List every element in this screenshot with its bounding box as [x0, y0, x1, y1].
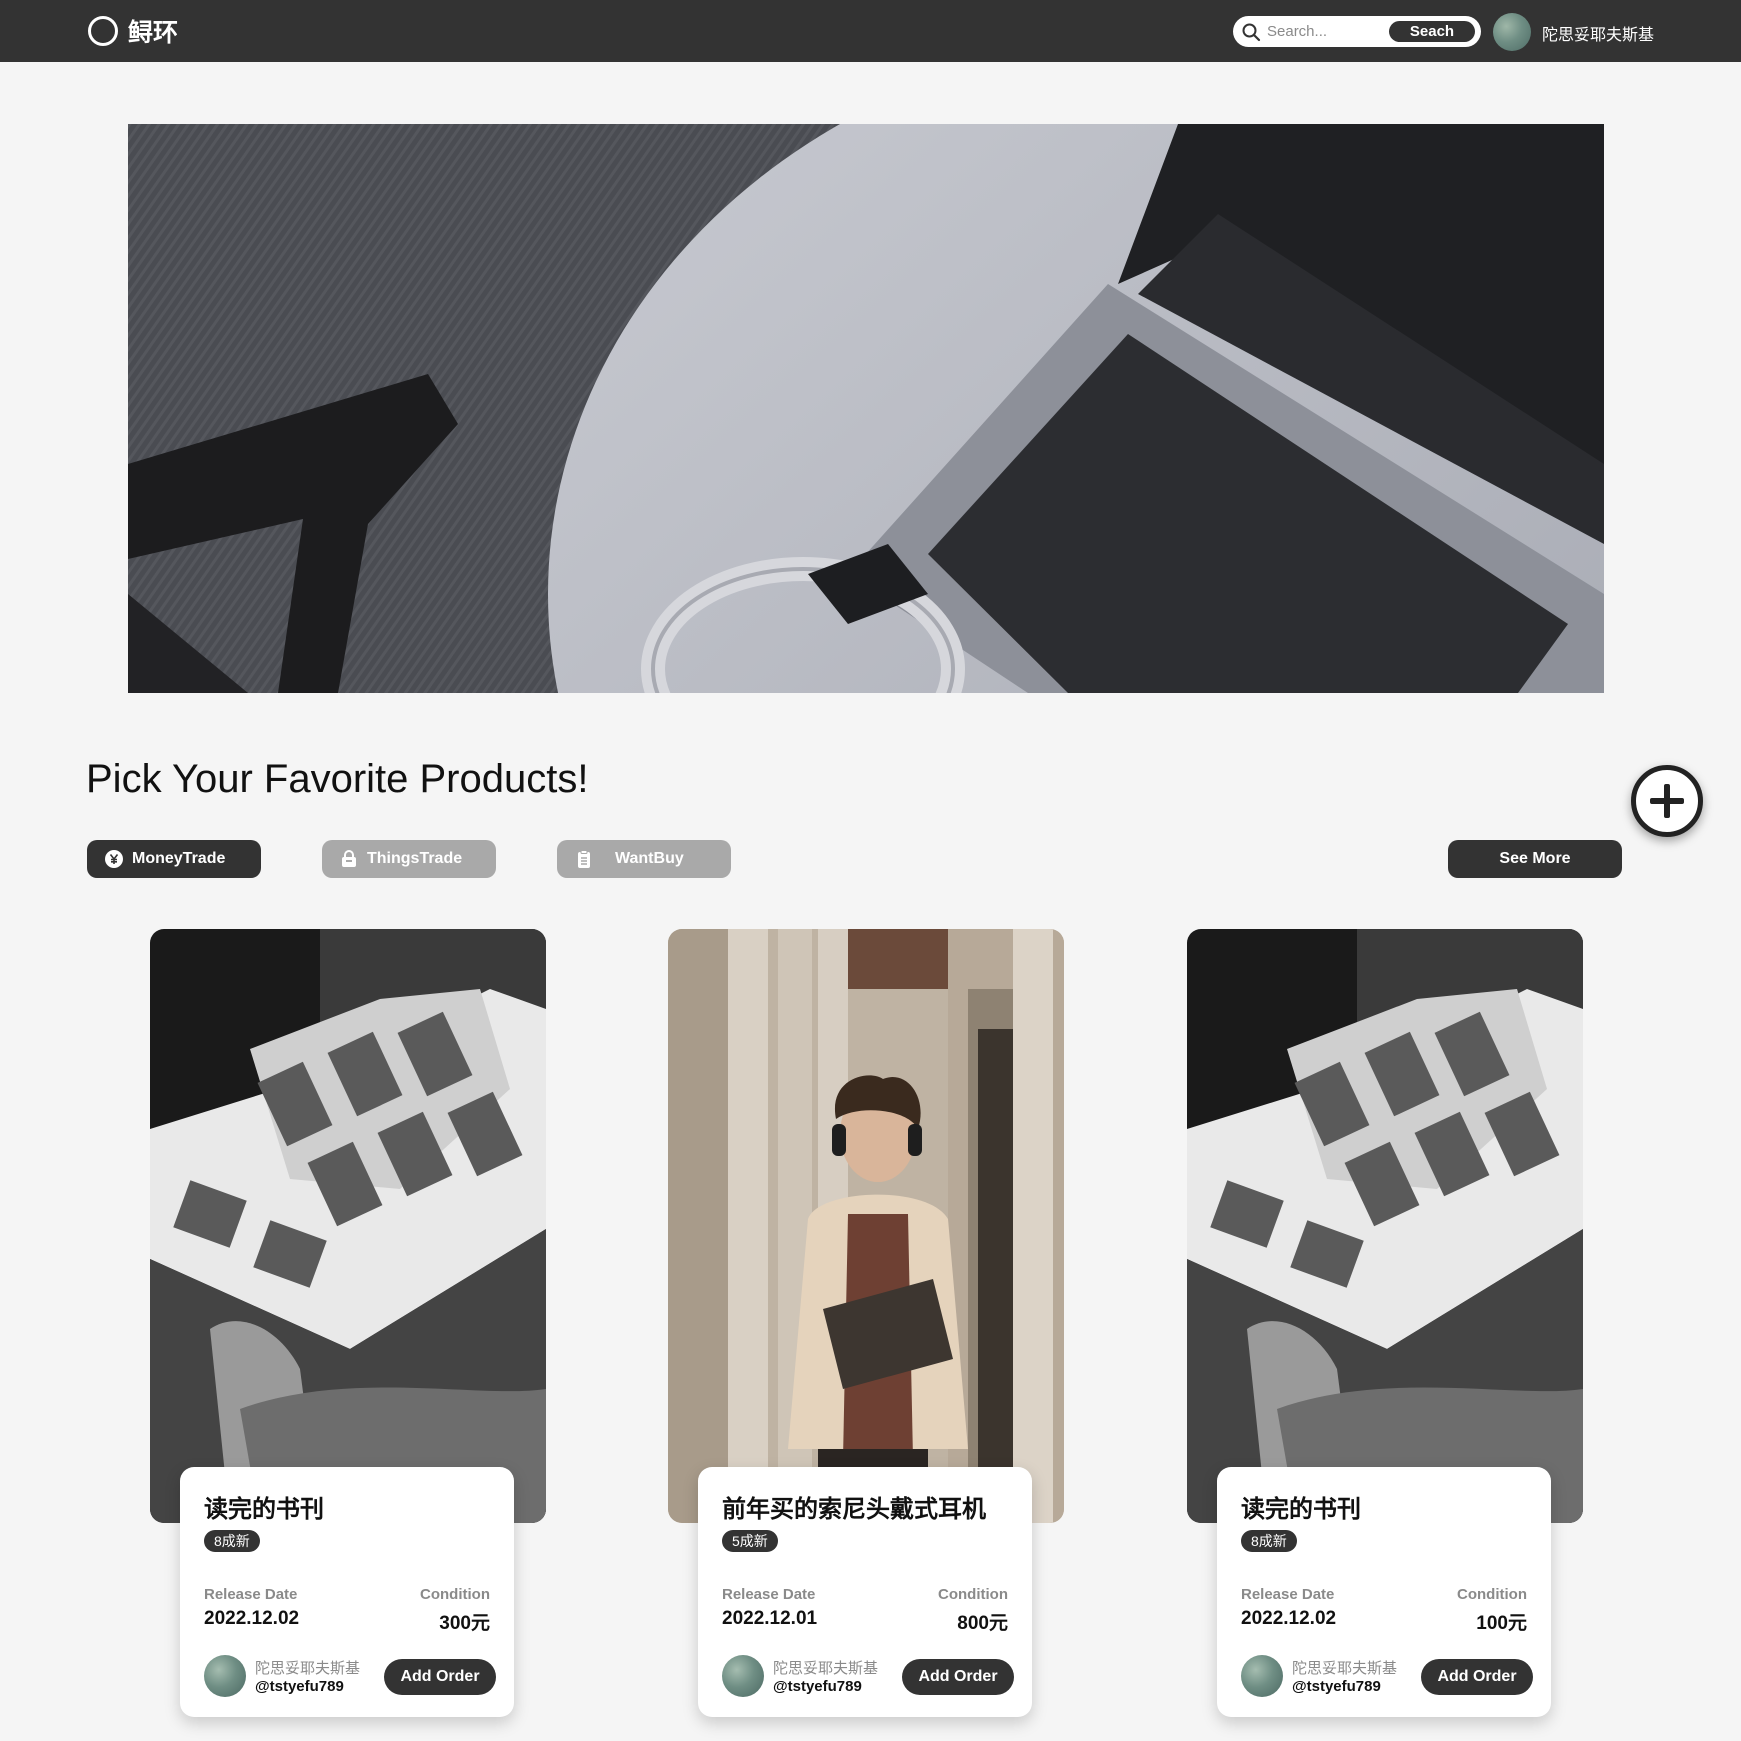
add-order-button[interactable]: Add Order: [384, 1659, 496, 1695]
user-name[interactable]: 陀思妥耶夫斯基: [1542, 21, 1654, 45]
brand-name: 鲟环: [128, 19, 179, 47]
product-title: 读完的书刊: [204, 1496, 324, 1523]
release-date-value: 2022.12.02: [1241, 1608, 1337, 1629]
condition-label: Condition: [420, 1586, 490, 1603]
price-value: 100元: [1476, 1613, 1527, 1634]
filter-things-trade[interactable]: ThingsTrade: [322, 840, 496, 878]
filter-label: ThingsTrade: [367, 850, 463, 867]
product-title: 前年买的索尼头戴式耳机: [722, 1496, 986, 1523]
section-title: Pick Your Favorite Products!: [86, 757, 589, 801]
person-with-headphones-photo: [668, 929, 1064, 1523]
hero-banner-image: [128, 124, 1604, 693]
product-photo[interactable]: [1187, 929, 1583, 1523]
product-photo[interactable]: [668, 929, 1064, 1523]
yen-icon: [105, 850, 123, 868]
brand-logo[interactable]: 鲟环: [88, 15, 178, 47]
product-info-card: 读完的书刊 8成新 Release Date Condition 2022.12…: [180, 1467, 514, 1717]
search-input[interactable]: [1267, 20, 1377, 43]
search-button[interactable]: Seach: [1389, 21, 1475, 42]
comic-book-photo: [150, 929, 546, 1523]
see-more-button[interactable]: See More: [1448, 840, 1622, 878]
search-box: Seach: [1233, 16, 1481, 47]
add-product-button[interactable]: [1631, 765, 1703, 837]
seller-handle: @tstyefu789: [773, 1678, 862, 1695]
add-order-button[interactable]: Add Order: [1421, 1659, 1533, 1695]
seller-handle: @tstyefu789: [1292, 1678, 1381, 1695]
release-date-label: Release Date: [204, 1586, 298, 1603]
condition-badge: 8成新: [1241, 1530, 1297, 1552]
seller-name: 陀思妥耶夫斯基: [1292, 1660, 1398, 1677]
seller-avatar[interactable]: [1241, 1655, 1283, 1697]
seller-avatar[interactable]: [722, 1655, 764, 1697]
add-order-button[interactable]: Add Order: [902, 1659, 1014, 1695]
product-title: 读完的书刊: [1241, 1496, 1361, 1523]
filter-label: WantBuy: [615, 850, 684, 867]
search-icon: [1242, 23, 1261, 41]
product-card[interactable]: 前年买的索尼头戴式耳机 5成新 Release Date Condition 2…: [668, 929, 1064, 1719]
seller-name: 陀思妥耶夫斯基: [773, 1660, 879, 1677]
brand-ring-icon: [88, 16, 118, 46]
filter-label: MoneyTrade: [132, 850, 226, 867]
product-photo[interactable]: [150, 929, 546, 1523]
filter-money-trade[interactable]: MoneyTrade: [87, 840, 261, 878]
release-date-label: Release Date: [1241, 1586, 1335, 1603]
condition-badge: 8成新: [204, 1530, 260, 1552]
seller-handle: @tstyefu789: [255, 1678, 344, 1695]
product-card[interactable]: 读完的书刊 8成新 Release Date Condition 2022.12…: [1187, 929, 1583, 1719]
top-navbar: 鲟环 Seach 陀思妥耶夫斯基: [0, 0, 1741, 62]
release-date-value: 2022.12.01: [722, 1608, 818, 1629]
seller-name: 陀思妥耶夫斯基: [255, 1660, 361, 1677]
product-card[interactable]: 读完的书刊 8成新 Release Date Condition 2022.12…: [150, 929, 546, 1719]
comic-book-photo: [1187, 929, 1583, 1523]
condition-badge: 5成新: [722, 1530, 778, 1552]
seller-avatar[interactable]: [204, 1655, 246, 1697]
release-date-label: Release Date: [722, 1586, 816, 1603]
price-value: 800元: [957, 1613, 1008, 1634]
product-info-card: 读完的书刊 8成新 Release Date Condition 2022.12…: [1217, 1467, 1551, 1717]
price-value: 300元: [439, 1613, 490, 1634]
clipboard-icon: [578, 850, 590, 868]
condition-label: Condition: [938, 1586, 1008, 1603]
product-info-card: 前年买的索尼头戴式耳机 5成新 Release Date Condition 2…: [698, 1467, 1032, 1717]
lock-bag-icon: [342, 850, 356, 867]
laptop-on-table-photo: [128, 124, 1604, 693]
filter-want-buy[interactable]: WantBuy: [557, 840, 731, 878]
condition-label: Condition: [1457, 1586, 1527, 1603]
release-date-value: 2022.12.02: [204, 1608, 300, 1629]
user-avatar[interactable]: [1493, 13, 1531, 51]
